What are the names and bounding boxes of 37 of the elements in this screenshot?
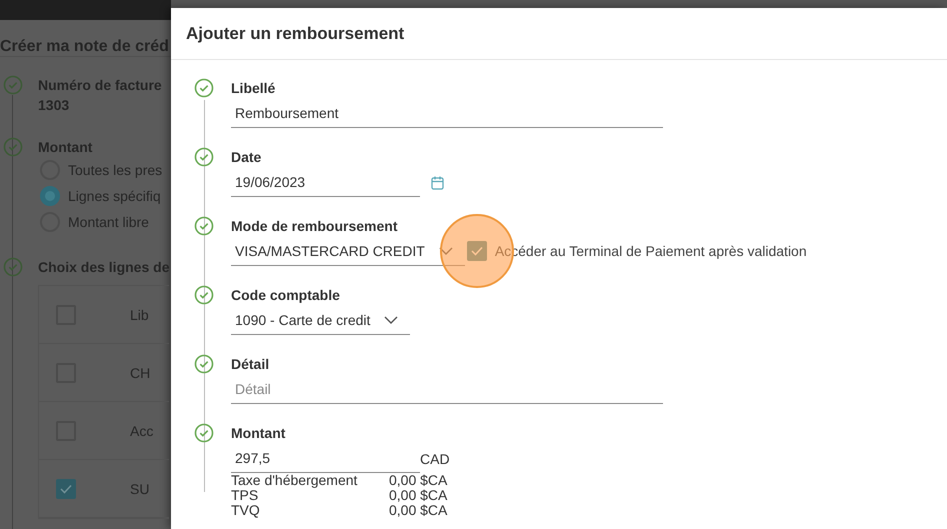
step-check-icon	[3, 75, 23, 95]
chevron-down-icon	[438, 246, 453, 254]
select-dropdown[interactable]: VISA/MASTERCARD CREDIT	[231, 236, 465, 266]
calendar-icon[interactable]	[431, 176, 444, 190]
field-label: Mode de remboursement	[231, 217, 398, 236]
step-check-icon	[194, 354, 214, 374]
tax-name: Taxe d'hébergement	[231, 473, 358, 488]
step-check-icon	[194, 216, 214, 236]
tax-amount: 0,00 $CA	[389, 473, 448, 488]
step-check-icon	[194, 423, 214, 443]
step-check-icon	[194, 78, 214, 98]
radio-button[interactable]	[40, 186, 60, 206]
date-field[interactable]: 19/06/2023	[231, 167, 420, 197]
text-field[interactable]: Remboursement	[231, 98, 663, 128]
field-label: Libellé	[231, 79, 276, 98]
currency-label: CAD	[420, 451, 450, 469]
check-icon	[60, 484, 72, 494]
tax-amount: 0,00 $CA	[389, 488, 448, 503]
tax-amount: 0,00 $CA	[389, 503, 448, 518]
check-icon	[470, 246, 483, 256]
tax-name: TVQ	[231, 503, 261, 518]
checkbox[interactable]	[466, 241, 487, 261]
row-checkbox[interactable]	[56, 478, 76, 498]
step-check-icon	[194, 147, 214, 167]
step-check-icon	[3, 137, 23, 157]
select-dropdown[interactable]: 1090 - Carte de credit	[231, 305, 410, 335]
field-label: Date	[231, 148, 262, 167]
step-check-icon	[194, 285, 214, 305]
step-check-icon	[3, 257, 23, 277]
field-label: Détail	[231, 355, 270, 374]
dialog-title: Ajouter un remboursement	[171, 8, 947, 60]
field-label: Montant	[231, 424, 286, 443]
chevron-down-icon	[384, 316, 398, 324]
amount-field[interactable]: 297,5	[231, 443, 420, 473]
tax-name: TPS	[231, 488, 260, 503]
field-label: Code comptable	[231, 286, 341, 305]
text-field[interactable]: Détail	[231, 374, 663, 404]
